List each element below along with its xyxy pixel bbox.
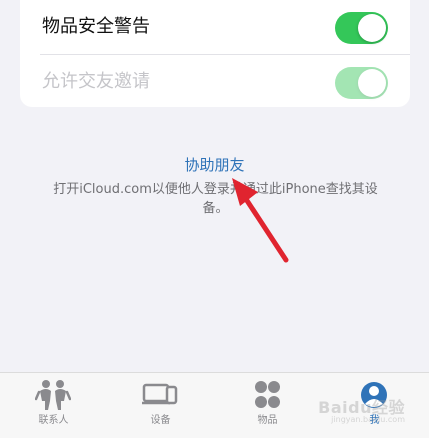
allow-friend-request-toggle[interactable]: [335, 67, 388, 99]
allow-friend-request-label: 允许交友邀请: [42, 71, 150, 92]
people-icon: [35, 380, 71, 410]
allow-friend-request-row: 允许交友邀请: [20, 55, 410, 109]
devices-icon: [142, 383, 178, 405]
item-safety-alert-toggle[interactable]: [335, 12, 388, 44]
tab-devices[interactable]: 设备: [107, 377, 214, 437]
help-friend-link[interactable]: 协助朋友: [0, 155, 429, 175]
tab-label: 设备: [150, 415, 171, 426]
tab-items[interactable]: 物品: [214, 377, 321, 437]
help-friend-description: 打开iCloud.com以便他人登录并通过此iPhone查找其设备。: [53, 182, 378, 216]
settings-card: 物品安全警告 允许交友邀请: [20, 0, 410, 107]
items-icon: [255, 381, 280, 408]
tab-people[interactable]: 联系人: [0, 377, 107, 437]
toggle-knob: [358, 69, 386, 97]
tab-label: 物品: [257, 415, 278, 426]
red-arrow-annotation-icon: [232, 178, 289, 263]
item-safety-alert-label: 物品安全警告: [42, 16, 150, 37]
find-my-me-page: 物品安全警告 允许交友邀请 协助朋友 打开iCloud.com以便他人登录并通过…: [0, 0, 429, 438]
watermark-url: jingyan.baidu.com: [331, 415, 405, 424]
tab-label: 联系人: [38, 415, 69, 426]
item-safety-alert-row: 物品安全警告: [20, 0, 410, 54]
toggle-knob: [358, 14, 386, 42]
